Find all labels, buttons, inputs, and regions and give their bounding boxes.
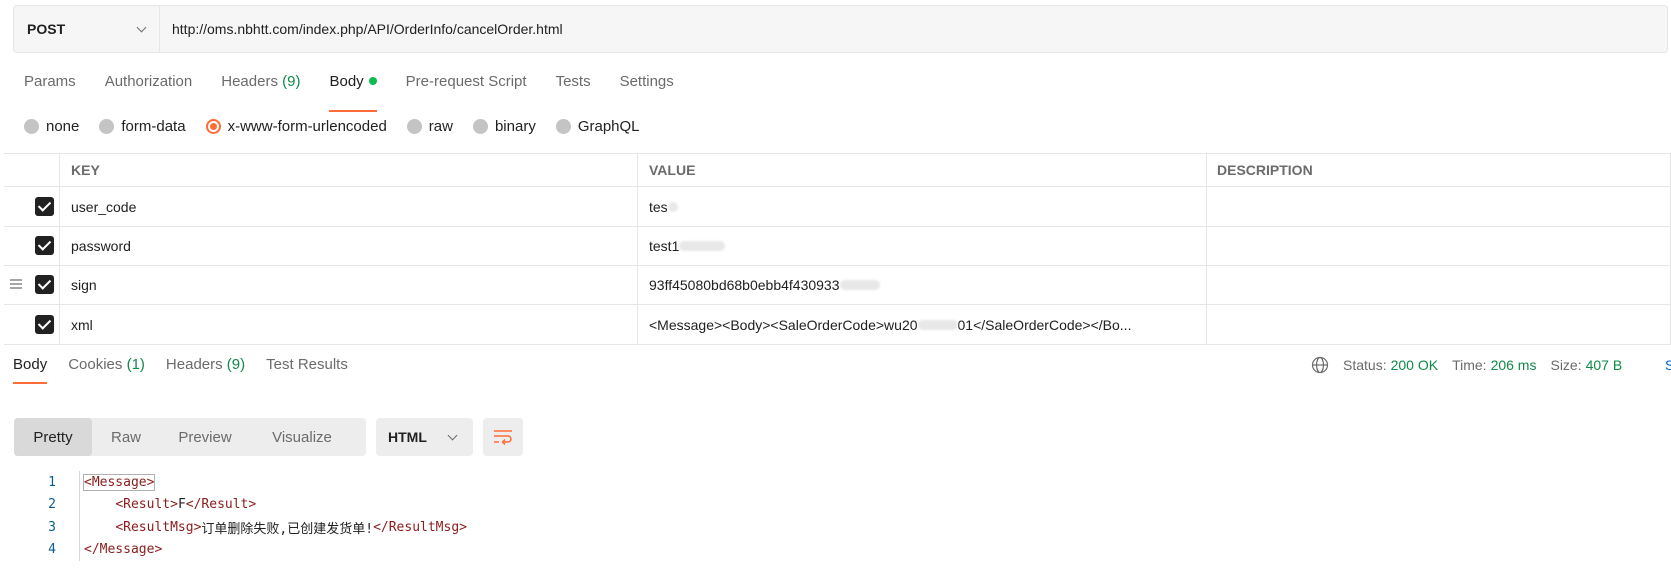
radio-graphql[interactable]: GraphQL bbox=[555, 118, 640, 135]
tab-headers[interactable]: Headers (9) bbox=[221, 70, 300, 104]
code-line: 3 <ResultMsg> 订单删除失败,已创建发货单! </ResultMsg> bbox=[14, 516, 467, 539]
radio-icon bbox=[472, 119, 488, 134]
response-code-viewer[interactable]: 1 <Message> 2 <Result> F </Result> 3 <Resu… bbox=[14, 471, 467, 561]
view-mode-segmented: Pretty Raw Preview Visualize bbox=[14, 418, 366, 456]
param-value-cell[interactable]: 93ff45080bd68b0ebb4f430933 bbox=[638, 265, 1207, 304]
view-preview-button[interactable]: Preview bbox=[160, 418, 250, 456]
row-checkbox[interactable] bbox=[35, 197, 54, 216]
format-label: HTML bbox=[388, 429, 427, 445]
radio-x-www-form-urlencoded[interactable]: x-www-form-urlencoded bbox=[205, 118, 387, 135]
radio-icon bbox=[555, 119, 571, 134]
tab-pre-request-script[interactable]: Pre-request Script bbox=[406, 70, 527, 104]
response-tab-test-results[interactable]: Test Results bbox=[266, 353, 348, 377]
radio-binary[interactable]: binary bbox=[472, 118, 536, 135]
url-input[interactable]: http://oms.nbhtt.com/index.php/API/Order… bbox=[160, 6, 563, 52]
radio-icon bbox=[406, 119, 422, 134]
params-table: KEY VALUE DESCRIPTION user_code tes pass… bbox=[4, 153, 1671, 345]
table-row: password test1 bbox=[4, 226, 1671, 266]
response-tab-cookies[interactable]: Cookies (1) bbox=[68, 353, 145, 377]
param-description-cell[interactable] bbox=[1207, 305, 1671, 344]
code-line: 1 <Message> bbox=[14, 471, 467, 494]
radio-icon bbox=[24, 119, 39, 134]
response-tabs: Body Cookies (1) Headers (9) Test Result… bbox=[13, 353, 369, 384]
radio-selected-icon bbox=[205, 119, 221, 134]
code-line: 2 <Result> F </Result> bbox=[14, 493, 467, 516]
tab-tests[interactable]: Tests bbox=[556, 70, 591, 104]
tab-settings[interactable]: Settings bbox=[620, 70, 674, 104]
param-key-cell[interactable]: user_code bbox=[60, 187, 638, 226]
response-meta: Status: 200 OK Time: 206 ms Size: 407 B bbox=[1311, 353, 1636, 377]
status-value[interactable]: 200 OK bbox=[1391, 353, 1438, 377]
param-description-cell[interactable] bbox=[1207, 187, 1671, 226]
param-value-cell[interactable]: <Message><Body><SaleOrderCode>wu20 01</Sa… bbox=[638, 305, 1207, 344]
column-header-key: KEY bbox=[60, 154, 638, 186]
column-header-description: DESCRIPTION bbox=[1207, 154, 1671, 186]
time-value[interactable]: 206 ms bbox=[1491, 353, 1537, 377]
headers-count: (9) bbox=[282, 73, 301, 90]
size-label: Size: bbox=[1550, 357, 1582, 373]
request-tabs: Params Authorization Headers (9) Body Pr… bbox=[24, 70, 703, 112]
tab-params[interactable]: Params bbox=[24, 70, 76, 104]
param-value-cell[interactable]: test1 bbox=[638, 226, 1207, 265]
line-number: 1 bbox=[48, 474, 56, 490]
wrap-lines-icon bbox=[494, 430, 512, 445]
table-row: xml <Message><Body><SaleOrderCode>wu20 01… bbox=[4, 305, 1671, 345]
table-row: sign 93ff45080bd68b0ebb4f430933 bbox=[4, 265, 1671, 305]
view-raw-button[interactable]: Raw bbox=[92, 418, 160, 456]
view-pretty-button[interactable]: Pretty bbox=[14, 418, 92, 456]
view-visualize-button[interactable]: Visualize bbox=[250, 418, 354, 456]
radio-form-data[interactable]: form-data bbox=[99, 118, 186, 135]
row-checkbox[interactable] bbox=[35, 236, 54, 255]
size-value[interactable]: 407 B bbox=[1586, 353, 1623, 377]
line-number: 3 bbox=[48, 519, 56, 535]
response-tab-body[interactable]: Body bbox=[13, 353, 48, 384]
param-value-cell[interactable]: tes bbox=[638, 187, 1207, 226]
method-select[interactable]: POST bbox=[14, 6, 160, 52]
row-checkbox[interactable] bbox=[35, 275, 54, 294]
save-response-button[interactable]: S bbox=[1665, 353, 1671, 377]
tab-body[interactable]: Body bbox=[329, 70, 377, 112]
chevron-down-icon bbox=[136, 22, 147, 32]
column-header-value: VALUE bbox=[638, 154, 1207, 186]
param-description-cell[interactable] bbox=[1207, 226, 1671, 265]
time-label: Time: bbox=[1452, 357, 1487, 373]
param-description-cell[interactable] bbox=[1207, 265, 1671, 304]
code-line: 4 </Message> bbox=[14, 538, 467, 561]
wrap-lines-button[interactable] bbox=[483, 418, 523, 456]
body-type-radio-group: none form-data x-www-form-urlencoded raw… bbox=[24, 118, 660, 135]
tab-authorization[interactable]: Authorization bbox=[105, 70, 193, 104]
param-key-cell[interactable]: password bbox=[60, 226, 638, 265]
globe-icon[interactable] bbox=[1311, 356, 1329, 374]
chevron-down-icon bbox=[447, 430, 458, 440]
radio-icon bbox=[99, 119, 115, 134]
param-key-cell[interactable]: sign bbox=[60, 265, 638, 304]
status-label: Status: bbox=[1343, 357, 1387, 373]
line-number: 2 bbox=[48, 497, 56, 513]
radio-raw[interactable]: raw bbox=[406, 118, 453, 135]
request-url-bar: POST http://oms.nbhtt.com/index.php/API/… bbox=[13, 5, 1668, 53]
response-tab-headers[interactable]: Headers (9) bbox=[166, 353, 245, 377]
table-header-row: KEY VALUE DESCRIPTION bbox=[4, 154, 1671, 187]
format-select[interactable]: HTML bbox=[376, 418, 473, 456]
radio-none[interactable]: none bbox=[24, 118, 79, 135]
param-key-cell[interactable]: xml bbox=[60, 305, 638, 344]
body-active-dot-icon bbox=[368, 77, 377, 85]
table-row: user_code tes bbox=[4, 187, 1671, 227]
line-number: 4 bbox=[48, 542, 56, 558]
method-label: POST bbox=[27, 21, 66, 37]
row-checkbox[interactable] bbox=[35, 315, 54, 334]
